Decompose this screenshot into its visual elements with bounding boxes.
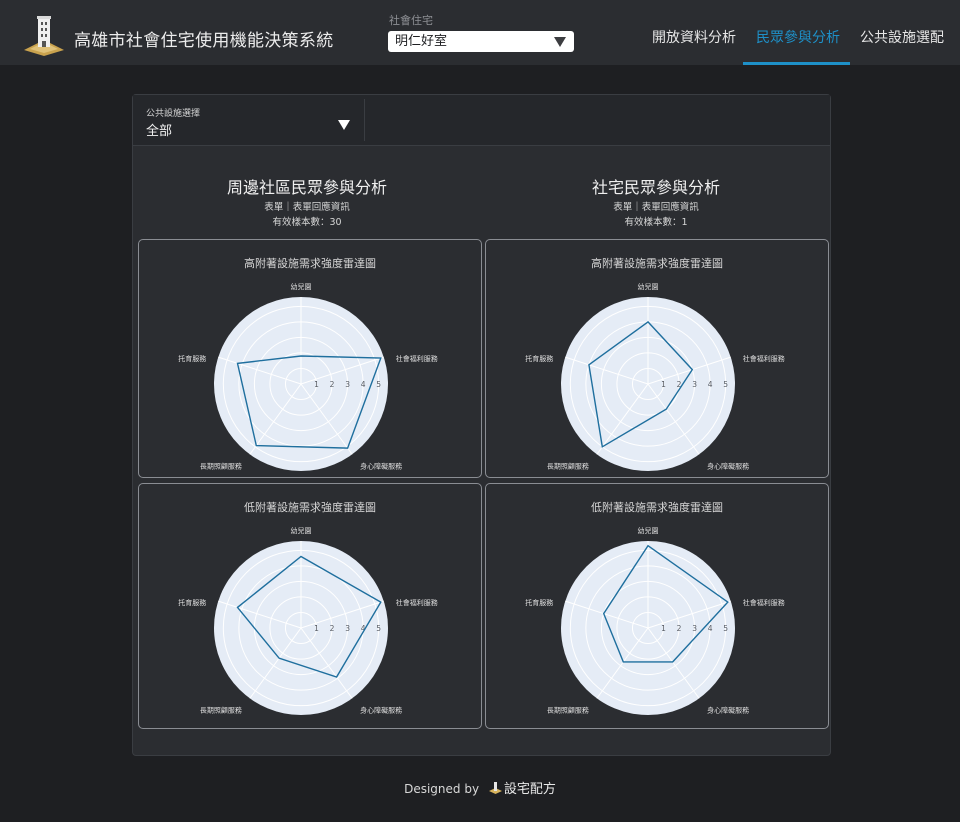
designed-by-text: Designed by: [404, 782, 480, 796]
radial-tick-label: 5: [376, 624, 381, 633]
axis-category-label: 托育服務: [178, 598, 206, 607]
radial-tick-label: 3: [692, 624, 697, 633]
radial-tick-label: 5: [723, 380, 728, 389]
axis-category-label: 托育服務: [178, 354, 206, 363]
radial-tick-label: 1: [314, 624, 319, 633]
analysis-panel: 公共設施選擇 全部 周邊社區民眾參與分析 表單｜表單回應資訊 有效樣本數：30 …: [132, 94, 831, 756]
dropdown-arrow-icon: [338, 120, 350, 130]
building-logo-icon: [24, 16, 64, 56]
axis-category-label: 幼兒園: [638, 526, 659, 535]
axis-category-label: 社會福利服務: [743, 598, 785, 607]
axis-category-label: 身心障礙服務: [360, 705, 402, 714]
footer: Designed by 設宅配方: [0, 778, 960, 797]
dropdown-arrow-icon: [554, 37, 566, 47]
housing-select-label: 社會住宅: [389, 14, 433, 27]
facility-filter-label: 公共設施選擇: [146, 109, 201, 119]
radar-chart: 1 2 3 4 5幼兒園社會福利服務身心障礙服務長期照顧服務托育服務: [525, 282, 785, 471]
filter-divider: [364, 99, 365, 141]
facility-filter-value: 全部: [146, 124, 173, 139]
housing-select-value: 明仁好室: [395, 34, 448, 49]
radar-chart-card: 高附著設施需求強度雷達圖 1 2 3 4 5 幼兒園 社會福利服務 身心障礙服務 長期照顧服務托…: [485, 239, 829, 478]
radial-tick-label: 2: [330, 624, 335, 633]
community-section-title: 周邊社區民眾參與分析: [226, 178, 387, 197]
radial-tick-label: 3: [345, 624, 350, 633]
community-sample-count: 有效樣本數：30: [272, 217, 342, 228]
radar-chart-card: 低附著設施需求強度雷達圖 1 2 3 4 5 幼兒園 社會福利服務 身心障礙服務 長期照顧服務托…: [485, 483, 829, 729]
app-title: 高雄市社會住宅使用機能決策系統: [74, 31, 334, 51]
axis-category-label: 社會福利服務: [743, 354, 785, 363]
tab-public-participation-analysis[interactable]: 民眾參與分析: [756, 27, 840, 47]
axis-category-label: 長期照顧服務: [547, 705, 589, 714]
tab-open-data-analysis[interactable]: 開放資料分析: [652, 27, 736, 47]
housing-select[interactable]: 明仁好室: [388, 31, 574, 52]
radial-tick-label: 1: [661, 380, 666, 389]
radial-tick-label: 4: [361, 380, 366, 389]
radial-tick-label: 3: [345, 380, 350, 389]
brand-name: 設宅配方: [503, 782, 556, 797]
radial-tick-label: 5: [723, 624, 728, 633]
radar-chart: 1 2 3 4 5幼兒園社會福利服務身心障礙服務長期照顧服務托育服務: [178, 526, 438, 715]
axis-category-label: 身心障礙服務: [360, 461, 402, 470]
axis-category-label: 身心障礙服務: [707, 705, 749, 714]
axis-category-label: 身心障礙服務: [707, 461, 749, 470]
top-header: 高雄市社會住宅使用機能決策系統 社會住宅 明仁好室 開放資料分析 民眾參與分析 …: [0, 0, 960, 65]
tab-public-facility-selection[interactable]: 公共設施選配: [860, 27, 944, 47]
radial-tick-label: 4: [708, 380, 713, 389]
radial-tick-label: 1: [314, 380, 319, 389]
radar-chart-card: 低附著設施需求強度雷達圖 1 2 3 4 5 幼兒園 社會福利服務 身心障礙服務 長期照顧服務托…: [138, 483, 482, 729]
radial-tick-label: 5: [376, 380, 381, 389]
radial-tick-label: 4: [708, 624, 713, 633]
axis-category-label: 社會福利服務: [396, 354, 438, 363]
axis-category-label: 托育服務: [525, 598, 553, 607]
axis-category-label: 幼兒園: [291, 282, 312, 291]
axis-category-label: 長期照顧服務: [200, 461, 242, 470]
radar-chart: 1 2 3 4 5 幼兒園社會福利服務身心障礙服務 長期照顧服務 托育服務: [178, 282, 438, 471]
active-tab-indicator: [743, 62, 850, 65]
housing-section-title: 社宅民眾參與分析: [591, 178, 720, 197]
axis-category-label: 長期照顧服務: [200, 705, 242, 714]
radar-chart: 1 2 3 4 5 幼兒園社會福利服務身心障礙服務 長期照顧服務 托育服務: [525, 526, 785, 715]
facility-filter-bar: 公共設施選擇 全部: [133, 95, 830, 146]
radial-tick-label: 3: [692, 380, 697, 389]
radial-tick-label: 2: [330, 380, 335, 389]
housing-section-source: 表單｜表單回應資訊: [613, 202, 699, 213]
axis-category-label: 社會福利服務: [396, 598, 438, 607]
axis-category-label: 幼兒園: [291, 526, 312, 535]
radial-tick-label: 2: [677, 624, 682, 633]
housing-sample-count: 有效樣本數：1: [624, 217, 688, 228]
community-section-source: 表單｜表單回應資訊: [264, 202, 350, 213]
brand-logo-icon: [488, 782, 502, 794]
axis-category-label: 幼兒園: [638, 282, 659, 291]
radial-tick-label: 1: [661, 624, 666, 633]
axis-category-label: 長期照顧服務: [547, 461, 589, 470]
radar-chart-card: 高附著設施需求強度雷達圖 1 2 3 4 5 幼兒園 社會福利服務 身心障礙服務 長期照顧服務托…: [138, 239, 482, 478]
axis-category-label: 托育服務: [525, 354, 553, 363]
